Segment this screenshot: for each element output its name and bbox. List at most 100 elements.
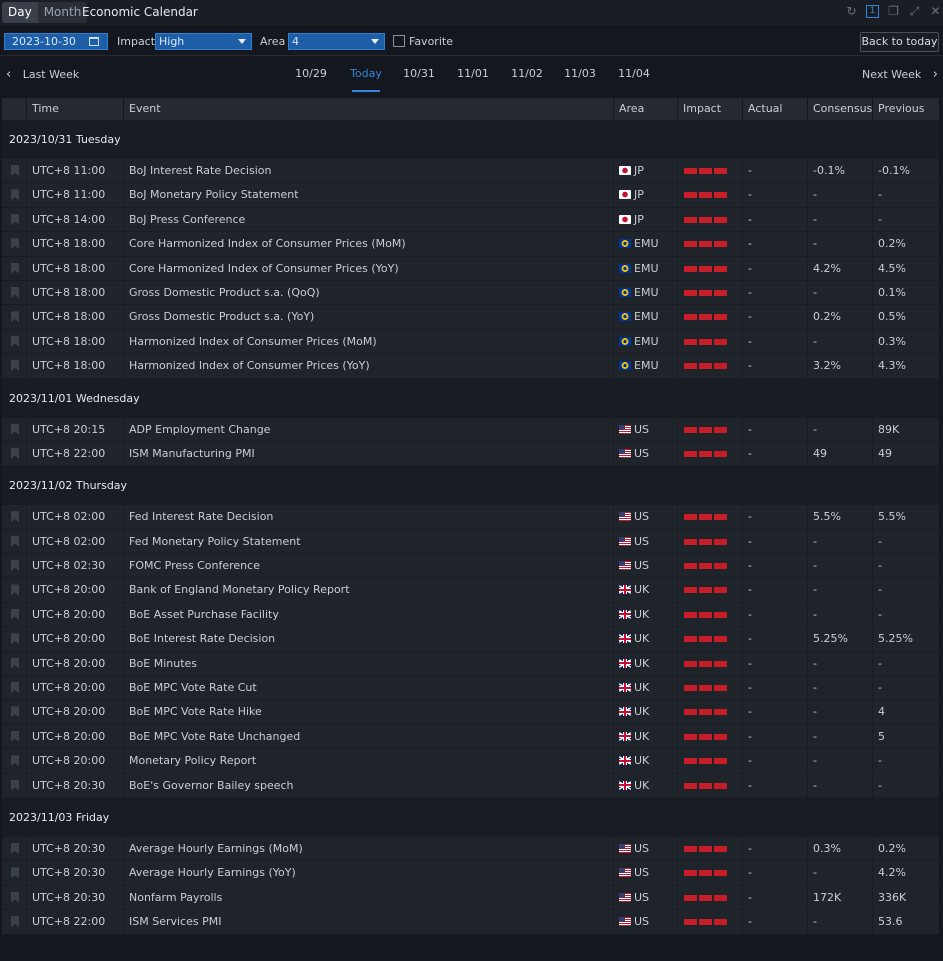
table-row[interactable]: UTC+8 14:00 BoJ Press Conference JP - - - (2, 207, 939, 233)
bookmark-icon[interactable] (11, 682, 19, 694)
table-row[interactable]: UTC+8 11:00 BoJ Interest Rate Decision JP -… (2, 159, 939, 184)
bookmark-icon[interactable] (11, 608, 19, 620)
bookmark-icon[interactable] (11, 238, 19, 250)
table-row[interactable]: UTC+8 20:00 BoE MPC Vote Rate Unchanged UK… (2, 724, 939, 750)
uk-flag-icon (619, 609, 631, 619)
table-row[interactable]: UTC+8 22:00 ISM Services PMI US - -53.6 (2, 910, 939, 935)
bookmark-icon[interactable] (11, 730, 19, 742)
table-row[interactable]: UTC+8 18:00 Harmonized Index of Consumer … (2, 329, 939, 355)
restore-icon[interactable]: ❐ (887, 5, 900, 18)
header-area[interactable]: Area (613, 98, 677, 120)
bookmark-icon[interactable] (11, 779, 19, 791)
bookmark-icon[interactable] (11, 633, 19, 645)
bookmark-icon[interactable] (11, 706, 19, 718)
tab-day[interactable]: Day (2, 2, 38, 23)
bookmark-icon[interactable] (11, 535, 19, 547)
area-select[interactable]: 4 (288, 33, 385, 50)
bookmark-icon[interactable] (11, 311, 19, 323)
table-row[interactable]: UTC+8 18:00 Core Harmonized Index of Cons… (2, 232, 939, 257)
day-tab-today[interactable]: Today (346, 67, 386, 80)
impact-bar (699, 192, 712, 199)
table-row[interactable]: UTC+8 20:00 Monetary Policy Report UK - - - (2, 749, 939, 774)
bookmark-icon[interactable] (11, 584, 19, 596)
area-code: UK (634, 754, 650, 768)
back-to-today-button[interactable]: Back to today (860, 32, 939, 52)
day-tab[interactable]: 10/31 (399, 67, 439, 80)
table-row[interactable]: UTC+8 20:00 Bank of England Monetary Poli… (2, 578, 939, 603)
bookmark-icon[interactable] (11, 262, 19, 274)
bookmark-icon[interactable] (11, 360, 19, 372)
consensus-cell: - (807, 280, 872, 305)
bookmark-icon[interactable] (11, 335, 19, 347)
table-row[interactable]: UTC+8 20:00 BoE Interest Rate Decision UK -… (2, 627, 939, 652)
consensus-cell: - (807, 183, 872, 208)
table-row[interactable]: UTC+8 20:15 ADP Employment Change US - -89K (2, 417, 939, 442)
table-row[interactable]: UTC+8 20:00 BoE MPC Vote Rate Hike UK - -4 (2, 700, 939, 725)
consensus-cell: - (807, 676, 872, 701)
table-row[interactable]: UTC+8 20:00 BoE Asset Purchase Facility UK… (2, 602, 939, 628)
bookmark-icon[interactable] (11, 511, 19, 523)
bookmark-icon[interactable] (11, 916, 19, 928)
bookmark-icon[interactable] (11, 189, 19, 201)
header-time[interactable]: Time (26, 98, 123, 120)
day-tab[interactable]: 11/01 (453, 67, 493, 80)
bookmark-icon[interactable] (11, 423, 19, 435)
bookmark-icon[interactable] (11, 165, 19, 176)
active-tab-indicator (352, 90, 380, 92)
day-tab[interactable]: 11/03 (560, 67, 600, 80)
impact-bar (699, 894, 712, 901)
table-row[interactable]: UTC+8 18:00 Harmonized Index of Consumer … (2, 354, 939, 379)
pin-icon[interactable]: 1 (866, 5, 879, 18)
refresh-icon[interactable]: ↻ (845, 5, 858, 18)
bookmark-icon[interactable] (11, 657, 19, 669)
table-row[interactable]: UTC+8 02:00 Fed Monetary Policy Statement… (2, 529, 939, 555)
header-actual[interactable]: Actual (742, 98, 807, 120)
last-week-button[interactable]: ‹ Last Week (6, 67, 79, 82)
impact-high-icon (684, 314, 727, 321)
impact-select[interactable]: High (155, 33, 252, 50)
bookmark-icon[interactable] (11, 560, 19, 572)
impact-bar (699, 265, 712, 272)
tab-month[interactable]: Month (38, 2, 88, 23)
bookmark-icon[interactable] (11, 891, 19, 903)
table-row[interactable]: UTC+8 20:00 BoE Minutes UK - - - (2, 651, 939, 677)
table-row[interactable]: UTC+8 20:30 BoE's Governor Bailey speech U… (2, 773, 939, 798)
impact-bar (699, 587, 712, 594)
emu-flag-icon (619, 287, 631, 297)
impact-bar (699, 363, 712, 370)
event-cell: ADP Employment Change (123, 417, 613, 442)
bookmark-icon[interactable] (11, 755, 19, 767)
bookmark-icon[interactable] (11, 286, 19, 298)
bookmark-icon[interactable] (11, 842, 19, 854)
header-consensus[interactable]: Consensus (807, 98, 872, 120)
bookmark-icon[interactable] (11, 447, 19, 459)
day-tab[interactable]: 11/04 (614, 67, 654, 80)
next-week-button[interactable]: Next Week › (862, 67, 938, 82)
uk-flag-icon (619, 707, 631, 717)
close-icon[interactable]: ✕ (929, 5, 942, 18)
date-picker[interactable]: 2023-10-30 (4, 33, 108, 50)
bookmark-icon[interactable] (11, 213, 19, 225)
table-row[interactable]: UTC+8 20:30 Nonfarm Payrolls US -172K 336K (2, 885, 939, 911)
calendar-icon[interactable] (89, 37, 99, 46)
header-impact[interactable]: Impact (677, 98, 742, 120)
table-row[interactable]: UTC+8 22:00 ISM Manufacturing PMI US -49 49 (2, 441, 939, 467)
table-row[interactable]: UTC+8 20:00 BoE MPC Vote Rate Cut UK - - - (2, 676, 939, 701)
day-tab[interactable]: 11/02 (507, 67, 547, 80)
day-tab[interactable]: 10/29 (291, 67, 331, 80)
table-row[interactable]: UTC+8 18:00 Gross Domestic Product s.a. (… (2, 305, 939, 330)
bookmark-icon[interactable] (11, 867, 19, 879)
table-row[interactable]: UTC+8 11:00 BoJ Monetary Policy Statement… (2, 183, 939, 208)
impact-high-icon (684, 338, 727, 345)
table-row[interactable]: UTC+8 18:00 Core Harmonized Index of Cons… (2, 256, 939, 281)
expand-icon[interactable]: ⤢ (908, 5, 921, 18)
table-row[interactable]: UTC+8 20:30 Average Hourly Earnings (YoY)… (2, 861, 939, 886)
table-row[interactable]: UTC+8 20:30 Average Hourly Earnings (MoM)… (2, 836, 939, 862)
header-previous[interactable]: Previous (872, 98, 939, 120)
table-row[interactable]: UTC+8 18:00 Gross Domestic Product s.a. (… (2, 280, 939, 306)
impact-bar (714, 314, 727, 321)
table-row[interactable]: UTC+8 02:00 Fed Interest Rate Decision US -… (2, 505, 939, 530)
header-event[interactable]: Event (123, 98, 613, 120)
favorite-checkbox[interactable] (393, 35, 405, 47)
table-row[interactable]: UTC+8 02:30 FOMC Press Conference US - - - (2, 554, 939, 579)
